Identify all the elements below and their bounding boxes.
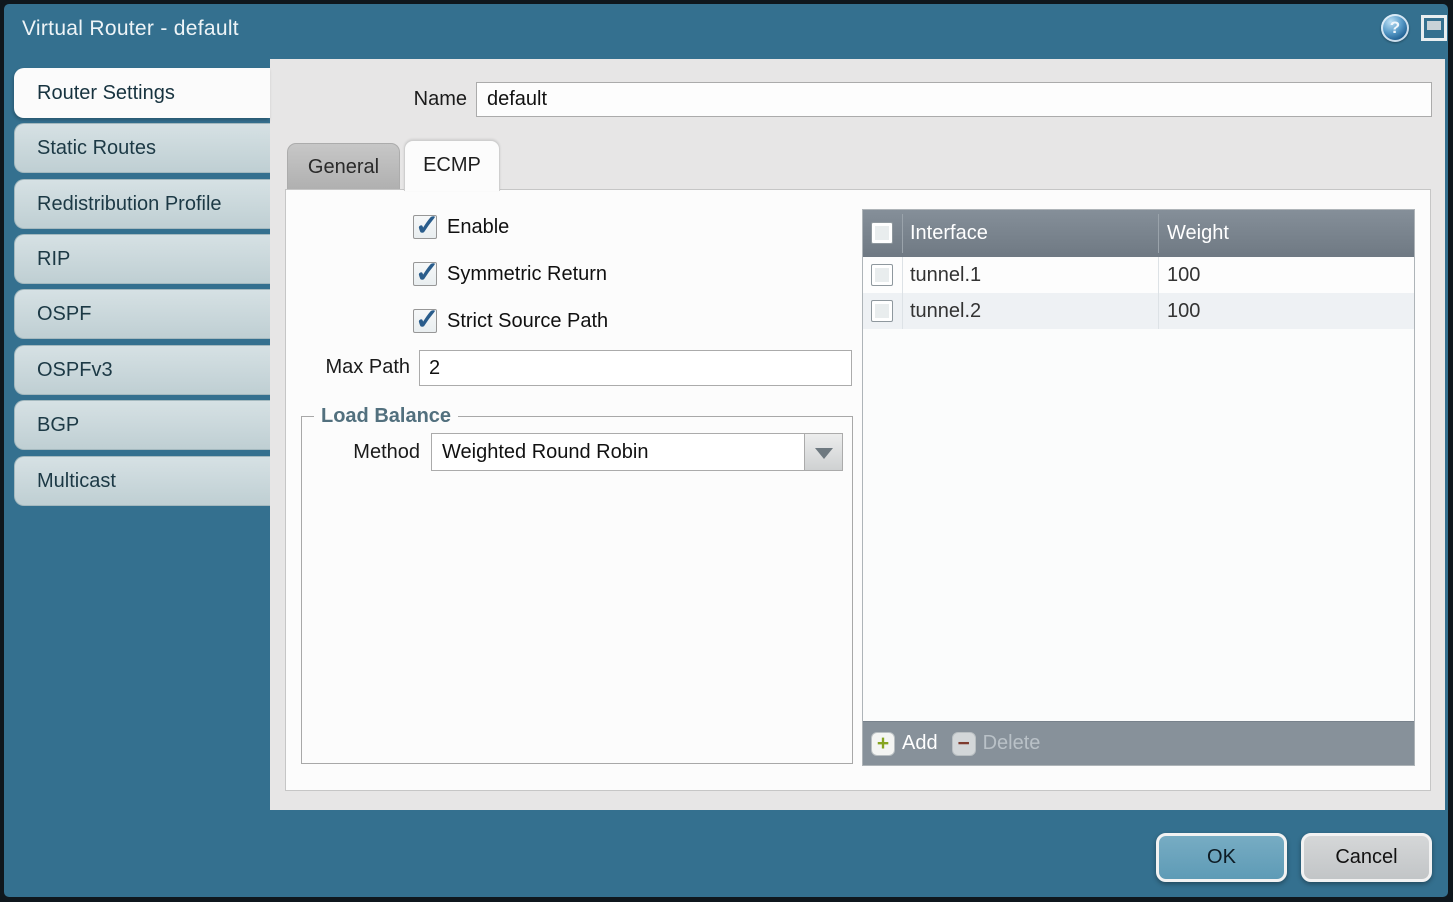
interface-table: Interface Weight tunnel.1 100 tunnel.2 1… xyxy=(862,209,1415,766)
table-toolbar: + Add − Delete xyxy=(863,721,1414,765)
row-divider xyxy=(1158,293,1159,329)
sidebar-item-rip[interactable]: RIP xyxy=(14,234,270,284)
tab-general[interactable]: General xyxy=(287,143,400,189)
row-divider xyxy=(902,257,903,293)
enable-checkbox[interactable]: ✓ xyxy=(413,215,437,239)
header-divider xyxy=(902,214,903,253)
method-dropdown-value: Weighted Round Robin xyxy=(442,434,802,470)
method-dropdown-trigger[interactable] xyxy=(804,434,842,470)
select-all-checkbox[interactable] xyxy=(871,222,893,244)
cancel-button[interactable]: Cancel xyxy=(1301,833,1432,882)
chevron-down-icon xyxy=(815,448,833,459)
method-label: Method xyxy=(342,441,420,464)
add-button[interactable]: + Add xyxy=(871,732,938,756)
symmetric-return-label: Symmetric Return xyxy=(447,262,607,286)
enable-label: Enable xyxy=(447,215,509,239)
add-plus-icon: + xyxy=(871,732,895,756)
screenshot-stage: Virtual Router - default ? Router Settin… xyxy=(0,0,1453,902)
sidebar-item-static-routes[interactable]: Static Routes xyxy=(14,123,270,173)
method-dropdown[interactable]: Weighted Round Robin xyxy=(431,433,843,471)
sidebar-item-router-settings[interactable]: Router Settings xyxy=(14,68,270,118)
delete-button[interactable]: − Delete xyxy=(952,732,1041,756)
help-icon[interactable]: ? xyxy=(1381,14,1409,42)
row-checkbox[interactable] xyxy=(871,264,893,286)
table-row-tunnel1[interactable]: tunnel.1 100 xyxy=(863,257,1414,293)
cell-interface: tunnel.1 xyxy=(910,257,981,293)
symmetric-return-checkbox[interactable]: ✓ xyxy=(413,262,437,286)
strict-source-path-checkbox[interactable]: ✓ xyxy=(413,309,437,333)
sidebar-item-redistribution-profile[interactable]: Redistribution Profile xyxy=(14,179,270,229)
column-header-interface[interactable]: Interface xyxy=(910,210,988,257)
load-balance-legend: Load Balance xyxy=(314,405,458,428)
column-header-weight[interactable]: Weight xyxy=(1167,210,1229,257)
row-divider xyxy=(902,293,903,329)
virtual-router-dialog: Virtual Router - default ? Router Settin… xyxy=(4,4,1448,897)
delete-label: Delete xyxy=(983,732,1041,755)
sidebar-item-ospfv3[interactable]: OSPFv3 xyxy=(14,345,270,395)
cell-weight: 100 xyxy=(1167,293,1200,329)
tab-ecmp[interactable]: ECMP xyxy=(404,140,500,191)
delete-minus-icon: − xyxy=(952,732,976,756)
name-input[interactable] xyxy=(476,82,1432,117)
interface-table-header: Interface Weight xyxy=(863,210,1414,257)
add-label: Add xyxy=(902,732,938,755)
cell-weight: 100 xyxy=(1167,257,1200,293)
window-restore-icon[interactable] xyxy=(1421,15,1447,41)
max-path-label: Max Path xyxy=(294,356,410,379)
sidebar-item-ospf[interactable]: OSPF xyxy=(14,289,270,339)
dialog-title: Virtual Router - default xyxy=(22,17,239,41)
row-divider xyxy=(1158,257,1159,293)
name-label: Name xyxy=(334,88,467,111)
header-divider xyxy=(1158,214,1159,253)
table-row-tunnel2[interactable]: tunnel.2 100 xyxy=(863,293,1414,329)
row-checkbox[interactable] xyxy=(871,300,893,322)
ok-button[interactable]: OK xyxy=(1156,833,1287,882)
sidebar-item-bgp[interactable]: BGP xyxy=(14,400,270,450)
sidebar-item-multicast[interactable]: Multicast xyxy=(14,456,270,506)
strict-source-path-label: Strict Source Path xyxy=(447,309,608,333)
max-path-input[interactable] xyxy=(419,350,852,386)
window-restore-glyph xyxy=(1427,21,1441,30)
cell-interface: tunnel.2 xyxy=(910,293,981,329)
